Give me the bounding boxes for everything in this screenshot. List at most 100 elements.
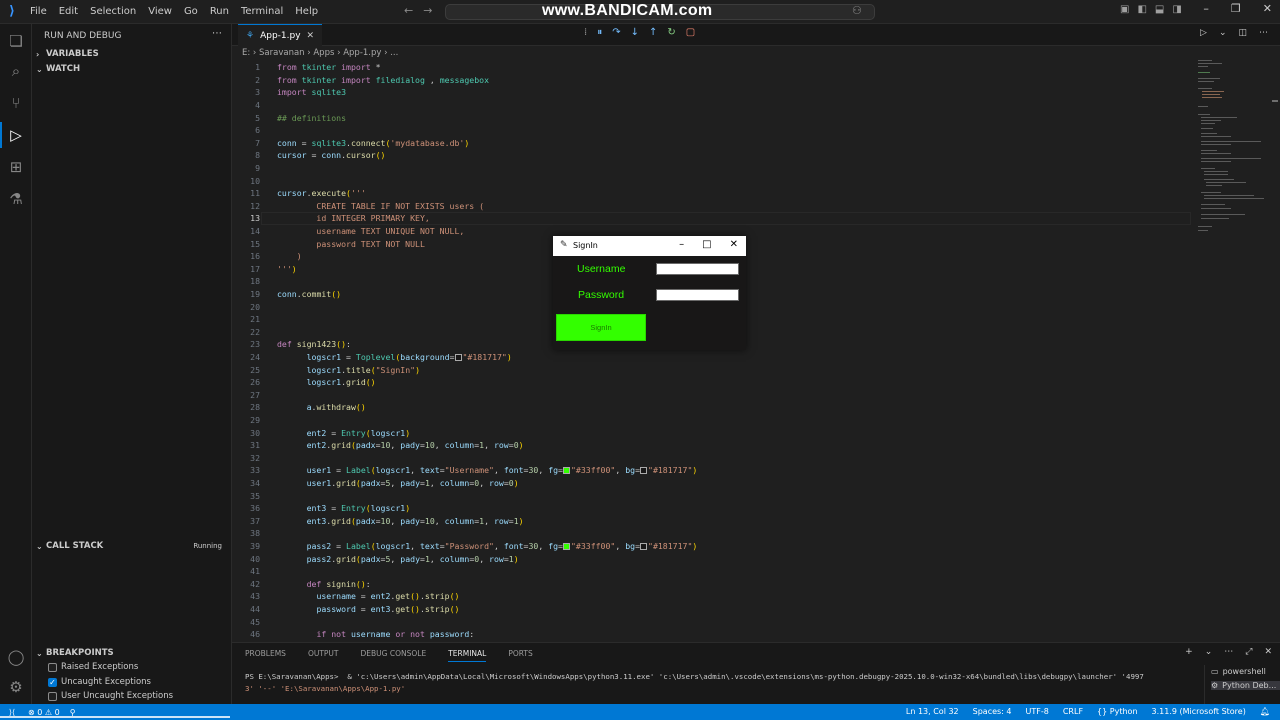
section-watch[interactable]: ⌄ WATCH [32, 62, 232, 76]
code-line: 13 id INTEGER PRIMARY KEY, [250, 213, 430, 224]
menu-terminal[interactable]: Terminal [235, 0, 289, 24]
menu-view[interactable]: View [142, 0, 178, 24]
back-arrow-icon[interactable]: ← [404, 4, 413, 17]
breakpoint-raised-exceptions[interactable]: Raised Exceptions [48, 662, 138, 672]
gear-icon: ⚙ [1211, 681, 1219, 690]
minimize-icon[interactable]: – [1203, 2, 1209, 15]
explorer-icon[interactable]: ❏ [0, 28, 32, 54]
search-icon[interactable]: ⌕ [0, 58, 32, 84]
section-breakpoints[interactable]: ⌄ BREAKPOINTS [32, 646, 232, 660]
indentation[interactable]: Spaces: 4 [973, 707, 1012, 716]
tab-ports[interactable]: PORTS [508, 649, 532, 662]
chevron-down-icon[interactable]: ⌄ [1205, 647, 1213, 657]
menu-edit[interactable]: Edit [53, 0, 84, 24]
chevron-down-icon[interactable]: ⌄ [1219, 28, 1227, 38]
breadcrumb[interactable]: E: › Saravanan › Apps › App-1.py › ... [242, 48, 398, 58]
password-entry[interactable] [656, 289, 739, 301]
breakpoint-label: User Uncaught Exceptions [61, 691, 174, 701]
menu-selection[interactable]: Selection [84, 0, 142, 24]
copilot-icon[interactable]: ⚇ [852, 4, 862, 17]
testing-icon[interactable]: ⚗ [0, 186, 32, 212]
close-tab-icon[interactable]: ✕ [307, 31, 315, 41]
maximize-panel-icon[interactable]: ⤢ [1245, 647, 1252, 657]
tk-window-titlebar[interactable]: ✎ SignIn – □ ✕ [553, 236, 746, 256]
code-line: 15 password TEXT NOT NULL [250, 238, 425, 249]
more-actions-icon[interactable]: ⋯ [1224, 647, 1233, 657]
code-line: 31 ent2.grid(padx=10, pady=10, column=1,… [250, 440, 524, 451]
code-line: 36 ent3 = Entry(logscr1) [250, 503, 411, 514]
code-line: 17 ''') [250, 263, 297, 274]
toggle-secondary-sidebar-icon[interactable]: ◨ [1172, 4, 1181, 15]
source-control-icon[interactable]: ⑂ [0, 90, 32, 116]
drag-handle-icon[interactable]: ⁞ [584, 27, 587, 38]
toggle-panel-icon[interactable]: ⬓ [1155, 4, 1164, 15]
more-actions-icon[interactable]: ⋯ [1259, 28, 1268, 38]
menu-help[interactable]: Help [289, 0, 324, 24]
editor-scrollbar[interactable] [1272, 100, 1278, 102]
encoding[interactable]: UTF-8 [1026, 707, 1049, 716]
tab-output[interactable]: OUTPUT [308, 649, 339, 662]
toggle-sidebar-icon[interactable]: ◧ [1137, 4, 1146, 15]
vscode-logo-icon: ⟩ [9, 4, 15, 19]
signin-button[interactable]: SignIn [556, 314, 646, 341]
restart-icon[interactable]: ↻ [667, 27, 675, 38]
tk-signin-window: ✎ SignIn – □ ✕ Username Password SignIn [553, 236, 746, 350]
code-line: 40 pass2.grid(padx=5, pady=1, column=0, … [250, 553, 519, 564]
run-debug-icon[interactable]: ▷ [0, 122, 32, 148]
breakpoint-label: Raised Exceptions [61, 662, 139, 672]
minimize-icon[interactable]: – [679, 239, 684, 250]
terminal-output-line: 3' '--' 'E:\Saravanan\Apps\App-1.py' [245, 684, 406, 693]
settings-gear-icon[interactable]: ⚙ [0, 674, 32, 700]
code-line: 41 [250, 566, 260, 577]
close-icon[interactable]: ✕ [1263, 2, 1272, 15]
username-entry[interactable] [656, 263, 739, 275]
pause-icon[interactable]: ⏸ [597, 27, 602, 38]
new-terminal-icon[interactable]: + [1185, 647, 1193, 657]
tab-app-1-py[interactable]: ⚘ App-1.py ✕ [238, 24, 323, 46]
menu-go[interactable]: Go [178, 0, 204, 24]
language-mode[interactable]: {} Python [1097, 707, 1137, 716]
cursor-position[interactable]: Ln 13, Col 32 [906, 707, 959, 716]
more-actions-icon[interactable]: ⋯ [212, 28, 222, 39]
stop-icon[interactable]: ▢ [686, 27, 695, 38]
breakpoint-uncaught-exceptions[interactable]: ✓ Uncaught Exceptions [48, 677, 151, 687]
section-variables[interactable]: › VARIABLES [32, 47, 232, 61]
forward-arrow-icon[interactable]: → [423, 4, 432, 17]
step-out-icon[interactable]: ↑ [649, 27, 657, 38]
code-line: 21 [250, 314, 260, 325]
python-interpreter[interactable]: 3.11.9 (Microsoft Store) [1152, 707, 1246, 716]
minimap[interactable] [1192, 58, 1272, 238]
code-line: 2 from tkinter import filedialog , messag… [255, 74, 490, 85]
tab-problems[interactable]: PROBLEMS [245, 649, 286, 662]
code-line: 1 from tkinter import * [255, 62, 381, 73]
customize-layout-icon[interactable]: ▣ [1120, 4, 1129, 15]
terminal-item-powershell[interactable]: ▭ powershell [1211, 667, 1266, 676]
code-line: 22 [250, 326, 260, 337]
checkbox-checked[interactable]: ✓ [48, 677, 57, 687]
end-of-line[interactable]: CRLF [1063, 707, 1083, 716]
checkbox[interactable] [48, 691, 57, 701]
close-icon[interactable]: ✕ [730, 239, 738, 250]
breakpoint-user-uncaught-exceptions[interactable]: User Uncaught Exceptions [48, 691, 173, 701]
close-panel-icon[interactable]: ✕ [1264, 647, 1272, 657]
account-icon[interactable]: ◯ [0, 644, 32, 670]
menu-run[interactable]: Run [204, 0, 235, 24]
menu-bar: File Edit Selection View Go Run Terminal… [24, 0, 324, 24]
extensions-icon[interactable]: ⊞ [0, 154, 32, 180]
restore-icon[interactable]: ❐ [1231, 2, 1241, 15]
code-editor[interactable]: 1 from tkinter import * 2 from tkinter imp… [232, 61, 1192, 641]
step-into-icon[interactable]: ↓ [631, 27, 639, 38]
checkbox[interactable] [48, 662, 57, 672]
split-editor-icon[interactable]: ◫ [1238, 28, 1247, 38]
tab-debug-console[interactable]: DEBUG CONSOLE [361, 649, 427, 662]
menu-file[interactable]: File [24, 0, 53, 24]
run-file-icon[interactable]: ▷ [1200, 28, 1207, 38]
notifications-bell-icon[interactable]: 🔔︎ [1260, 707, 1270, 716]
section-call-stack[interactable]: ⌄ CALL STACK Running [32, 539, 232, 553]
code-line: 42 def signin(): [250, 578, 371, 589]
maximize-icon[interactable]: □ [702, 239, 711, 250]
step-over-icon[interactable]: ↷ [612, 27, 620, 38]
terminal-item-python-debug[interactable]: ⚙ Python Deb... [1211, 681, 1280, 690]
tab-terminal[interactable]: TERMINAL [448, 649, 487, 662]
tk-window-controls: – □ ✕ [679, 239, 738, 250]
